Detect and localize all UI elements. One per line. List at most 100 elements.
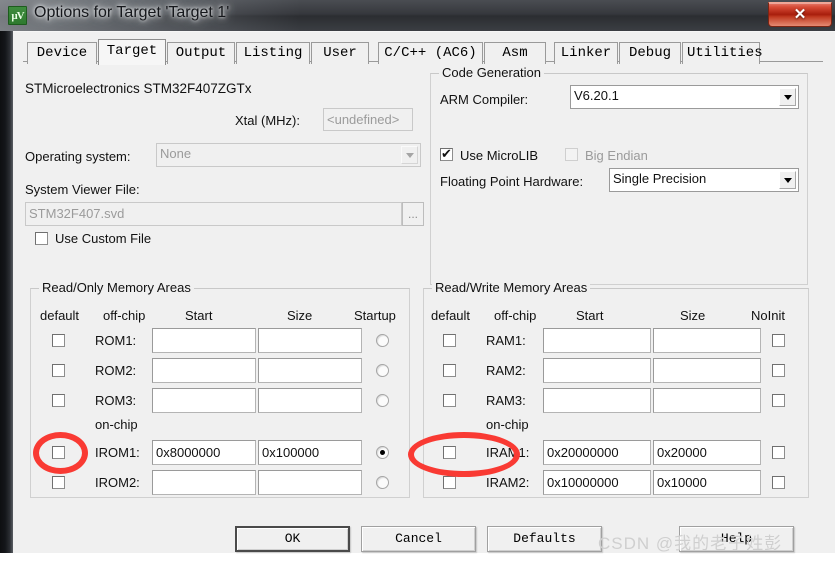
iram1-noinit-checkbox[interactable]	[772, 446, 785, 459]
tab-linker[interactable]: Linker	[554, 42, 618, 64]
system-viewer-file-label: System Viewer File:	[25, 182, 140, 197]
tab-asm[interactable]: Asm	[484, 42, 546, 64]
ram3-size-input[interactable]	[653, 388, 761, 413]
rom3-label: ROM3:	[95, 393, 137, 408]
window-bottom-edge	[0, 553, 835, 561]
rom2-default-checkbox[interactable]	[52, 364, 65, 377]
xtal-input[interactable]: <undefined>	[323, 108, 413, 131]
rom1-start-input[interactable]	[152, 328, 256, 353]
irom2-startup-radio[interactable]	[376, 476, 389, 489]
operating-system-select[interactable]: None	[156, 143, 421, 167]
iram1-start-input[interactable]: 0x20000000	[543, 440, 651, 465]
xtal-label: Xtal (MHz):	[235, 113, 300, 128]
tab-device[interactable]: Device	[27, 42, 97, 64]
rom2-size-input[interactable]	[258, 358, 362, 383]
chevron-down-icon[interactable]	[779, 88, 796, 106]
ram1-label: RAM1:	[486, 333, 526, 348]
ram2-start-input[interactable]	[543, 358, 651, 383]
code-generation-title: Code Generation	[439, 65, 545, 80]
ro-header-default: default	[40, 308, 80, 323]
ro-header-size: Size	[287, 308, 313, 323]
browse-svd-button[interactable]: ...	[402, 202, 424, 226]
close-icon[interactable]	[768, 2, 832, 27]
tab-c-cpp[interactable]: C/C++ (AC6)	[378, 42, 483, 64]
irom2-start-input[interactable]	[152, 470, 256, 495]
rom1-default-checkbox[interactable]	[52, 334, 65, 347]
rw-header-default: default	[431, 308, 471, 323]
floating-point-hardware-value: Single Precision	[613, 171, 707, 186]
rom3-startup-radio[interactable]	[376, 394, 389, 407]
system-viewer-file-input[interactable]: STM32F407.svd	[25, 202, 402, 226]
ram3-noinit-checkbox[interactable]	[772, 394, 785, 407]
rom3-default-checkbox[interactable]	[52, 394, 65, 407]
tab-output[interactable]: Output	[167, 42, 235, 64]
use-microlib-label: Use MicroLIB	[460, 148, 539, 163]
rw-header-offchip: off-chip	[494, 308, 537, 323]
use-custom-file-checkbox[interactable]	[35, 232, 48, 245]
tab-debug[interactable]: Debug	[619, 42, 681, 64]
floating-point-hardware-select[interactable]: Single Precision	[609, 168, 799, 192]
ram1-default-checkbox[interactable]	[443, 334, 456, 347]
rom2-label: ROM2:	[95, 363, 137, 378]
iram1-size-input[interactable]: 0x20000	[653, 440, 761, 465]
rw-header-noinit: NoInit	[751, 308, 785, 323]
ram1-noinit-checkbox[interactable]	[772, 334, 785, 347]
big-endian-checkbox[interactable]	[565, 148, 578, 161]
ram2-size-input[interactable]	[653, 358, 761, 383]
arm-compiler-value: V6.20.1	[574, 88, 619, 103]
ok-button[interactable]: OK	[235, 526, 350, 552]
irom2-default-checkbox[interactable]	[52, 476, 65, 489]
ram1-size-input[interactable]	[653, 328, 761, 353]
defaults-button[interactable]: Defaults	[487, 526, 602, 552]
tab-target[interactable]: Target	[98, 39, 166, 65]
ro-header-offchip: off-chip	[103, 308, 146, 323]
ram3-start-input[interactable]	[543, 388, 651, 413]
iram2-start-input[interactable]: 0x10000000	[543, 470, 651, 495]
device-name: STMicroelectronics STM32F407ZGTx	[25, 81, 252, 96]
ram1-start-input[interactable]	[543, 328, 651, 353]
tab-user[interactable]: User	[311, 42, 369, 64]
keil-uvision-icon: µV	[8, 6, 27, 25]
iram2-noinit-checkbox[interactable]	[772, 476, 785, 489]
ro-onchip-label: on-chip	[95, 417, 138, 432]
rom2-startup-radio[interactable]	[376, 364, 389, 377]
ram2-label: RAM2:	[486, 363, 526, 378]
rw-header-size: Size	[680, 308, 706, 323]
rom2-start-input[interactable]	[152, 358, 256, 383]
iram2-default-checkbox[interactable]	[443, 476, 456, 489]
rom3-size-input[interactable]	[258, 388, 362, 413]
use-microlib-checkbox[interactable]	[440, 145, 453, 162]
irom1-default-checkbox[interactable]	[52, 446, 65, 459]
chevron-down-icon[interactable]	[779, 171, 796, 189]
irom1-start-input[interactable]: 0x8000000	[152, 440, 256, 465]
rom1-size-input[interactable]	[258, 328, 362, 353]
window-title: Options for Target 'Target 1'	[34, 4, 230, 21]
iram1-default-checkbox[interactable]	[443, 446, 456, 459]
title-bar: µV Options for Target 'Target 1'	[0, 0, 835, 31]
operating-system-label: Operating system:	[25, 149, 131, 164]
chevron-down-icon[interactable]	[401, 146, 418, 164]
irom1-size-input[interactable]: 0x100000	[258, 440, 362, 465]
iram1-label: IRAM1:	[486, 445, 530, 460]
arm-compiler-label: ARM Compiler:	[440, 92, 529, 107]
ro-header-startup: Startup	[354, 308, 396, 323]
cancel-button[interactable]: Cancel	[361, 526, 476, 552]
options-dialog: µV Options for Target 'Target 1' Device …	[0, 0, 835, 561]
big-endian-label: Big Endian	[585, 148, 648, 163]
tab-utilities[interactable]: Utilities	[682, 42, 763, 64]
arm-compiler-select[interactable]: V6.20.1	[570, 85, 799, 109]
irom2-size-input[interactable]	[258, 470, 362, 495]
ram3-default-checkbox[interactable]	[443, 394, 456, 407]
rom1-startup-radio[interactable]	[376, 334, 389, 347]
irom1-startup-radio[interactable]	[376, 446, 389, 459]
tab-listing[interactable]: Listing	[236, 42, 310, 64]
iram2-size-input[interactable]: 0x10000	[653, 470, 761, 495]
tab-strip: Device Target Output Listing User C/C++ …	[23, 39, 823, 65]
floating-point-hardware-label: Floating Point Hardware:	[440, 174, 584, 189]
ram2-noinit-checkbox[interactable]	[772, 364, 785, 377]
ram2-default-checkbox[interactable]	[443, 364, 456, 377]
rom3-start-input[interactable]	[152, 388, 256, 413]
rw-onchip-label: on-chip	[486, 417, 529, 432]
rom1-label: ROM1:	[95, 333, 137, 348]
ro-header-start: Start	[185, 308, 213, 323]
